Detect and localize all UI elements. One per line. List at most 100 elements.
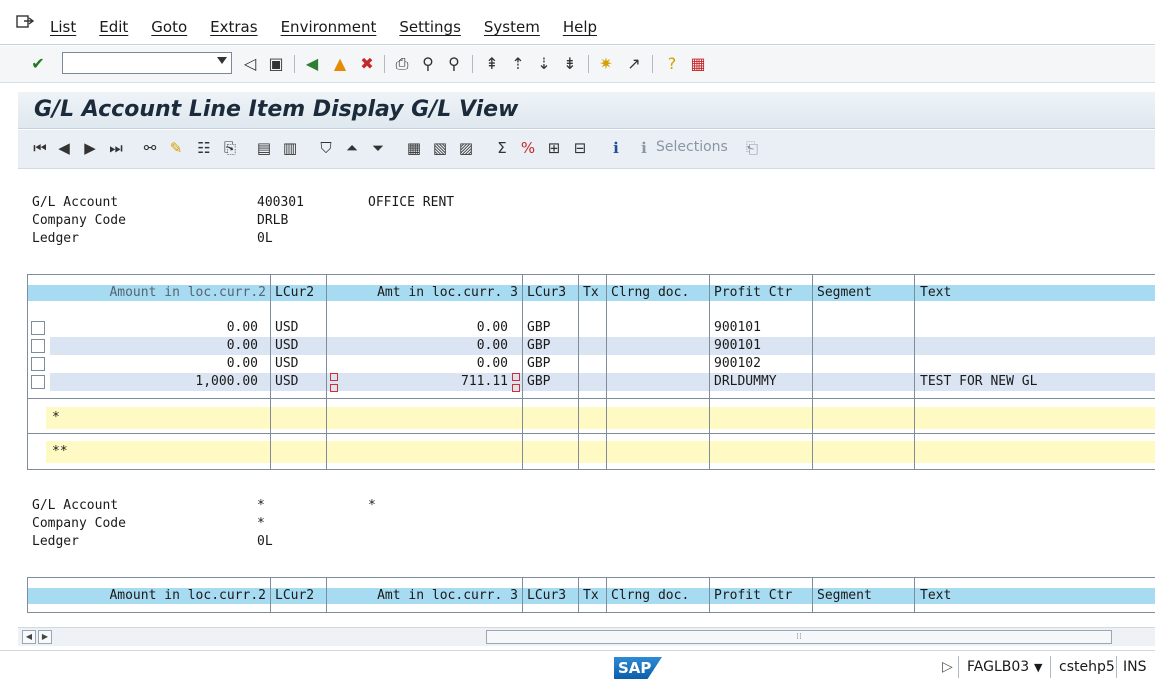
mass-change-icon[interactable]: ☷ <box>194 138 214 158</box>
row-select-checkbox[interactable] <box>31 357 45 371</box>
details-icon[interactable]: ▤ <box>254 138 274 158</box>
col-lcur2[interactable]: LCur2 <box>275 285 314 301</box>
col-tx[interactable]: Tx <box>583 285 599 301</box>
status-dropdown-icon[interactable]: ▼ <box>1034 661 1042 674</box>
back-arrow-icon[interactable]: ◁ <box>240 54 260 74</box>
row-select-checkbox[interactable] <box>31 339 45 353</box>
selections-button[interactable]: Selections <box>656 139 728 155</box>
find-icon[interactable]: ⚲ <box>418 54 438 74</box>
menu-edit[interactable]: Edit <box>99 18 128 36</box>
display-document-icon[interactable]: ⚯ <box>140 138 160 158</box>
cell-lcur2: USD <box>275 338 299 353</box>
col-segment[interactable]: Segment <box>817 588 872 604</box>
value-gl-account: 400301 <box>257 195 304 210</box>
selections-icon[interactable]: ℹ <box>634 138 654 158</box>
col-amount3[interactable]: Amt in loc.curr. 3 <box>330 285 518 301</box>
sap-logo: SAP <box>614 657 662 679</box>
col-amount2[interactable]: Amount in loc.curr.2 <box>78 285 266 301</box>
table-row[interactable]: 0.00 USD 0.00 GBP 900101 <box>28 337 1155 355</box>
col-lcur3[interactable]: LCur3 <box>527 588 566 604</box>
status-bar: SAP ▷ FAGLB03 ▼ cstehp5 INS <box>0 650 1155 684</box>
col-lcur3[interactable]: LCur3 <box>527 285 566 301</box>
table-row[interactable]: 0.00 USD 0.00 GBP 900101 <box>28 319 1155 337</box>
choose-icon[interactable]: ▥ <box>280 138 300 158</box>
scroll-left-icon[interactable]: ◀ <box>22 630 36 644</box>
create-session-icon[interactable]: ✷ <box>596 54 616 74</box>
col-lcur2[interactable]: LCur2 <box>275 588 314 604</box>
cell-lcur3: GBP <box>527 356 551 371</box>
menu-list[interactable]: List <box>50 18 76 36</box>
last-page-icon[interactable]: ⇟ <box>560 54 580 74</box>
sort-ascending-icon[interactable]: ⏶ <box>342 138 362 158</box>
choose-layout-icon[interactable]: ▧ <box>430 138 450 158</box>
subtotal-icon[interactable]: % <box>518 138 538 158</box>
cell-amount2: 0.00 <box>226 320 258 335</box>
save-icon[interactable]: ▣ <box>266 54 286 74</box>
next-page-icon[interactable]: ⇣ <box>534 54 554 74</box>
menu-environment[interactable]: Environment <box>281 18 377 36</box>
cell-lcur2: USD <box>275 356 299 371</box>
first-item-icon[interactable]: ⏮ <box>30 138 50 158</box>
col-text[interactable]: Text <box>920 285 951 301</box>
col-segment[interactable]: Segment <box>817 285 872 301</box>
cancel-icon[interactable]: ✖ <box>357 54 377 74</box>
previous-item-icon[interactable]: ◀ <box>54 138 74 158</box>
col-amount3[interactable]: Amt in loc.curr. 3 <box>330 588 518 604</box>
layout-menu-icon[interactable]: ▦ <box>688 54 708 74</box>
col-profit-ctr[interactable]: Profit Ctr <box>714 285 792 301</box>
collapse-icon[interactable]: ⊟ <box>570 138 590 158</box>
row-select-checkbox[interactable] <box>31 375 45 389</box>
table-row[interactable]: 1,000.00 USD 711.11 GBP DRLDUMMY TEST FO… <box>28 373 1155 392</box>
value-gl-account-2: * <box>257 498 265 513</box>
help-icon[interactable]: ? <box>662 54 682 74</box>
menu-settings[interactable]: Settings <box>399 18 461 36</box>
label-ledger-2: Ledger <box>32 534 79 549</box>
edit-pencil-icon[interactable]: ✎ <box>166 138 186 158</box>
command-field[interactable] <box>62 52 232 74</box>
col-profit-ctr[interactable]: Profit Ctr <box>714 588 792 604</box>
exit-icon[interactable]: ▲ <box>330 54 350 74</box>
first-page-icon[interactable]: ⇞ <box>482 54 502 74</box>
status-server: cstehp5 <box>1059 659 1115 675</box>
layout-icon[interactable]: ▦ <box>404 138 424 158</box>
status-mode[interactable]: INS <box>1123 659 1147 675</box>
document-icon[interactable]: ⎗ <box>742 138 762 158</box>
col-clrng-doc[interactable]: Clrng doc. <box>611 588 689 604</box>
horizontal-scrollbar[interactable]: ◀ ▶ ⁞⁞ <box>18 627 1155 646</box>
scroll-right-icon[interactable]: ▶ <box>38 630 52 644</box>
expand-icon[interactable]: ⊞ <box>544 138 564 158</box>
enter-check-icon[interactable]: ✔ <box>28 54 48 74</box>
information-icon[interactable]: ℹ <box>606 138 626 158</box>
chevron-down-icon[interactable] <box>217 57 227 64</box>
sort-descending-icon[interactable]: ⏷ <box>368 138 388 158</box>
print-icon[interactable]: ⎙ <box>392 54 412 74</box>
table-row[interactable]: 0.00 USD 0.00 GBP 900102 <box>28 355 1155 373</box>
find-next-icon[interactable]: ⚲ <box>444 54 464 74</box>
back-icon[interactable]: ◀ <box>302 54 322 74</box>
col-amount2[interactable]: Amount in loc.curr.2 <box>78 588 266 604</box>
menu-system[interactable]: System <box>484 18 540 36</box>
cell-amount2: 0.00 <box>226 338 258 353</box>
save-layout-icon[interactable]: ▨ <box>456 138 476 158</box>
col-text[interactable]: Text <box>920 588 951 604</box>
total-sigma-icon[interactable]: Σ <box>492 138 512 158</box>
value-company-code: DRLB <box>257 213 289 228</box>
next-item-icon[interactable]: ▶ <box>80 138 100 158</box>
cell-amount3[interactable]: 711.11 <box>330 373 508 391</box>
line-items-grid-2: Amount in loc.curr.2 LCur2 Amt in loc.cu… <box>27 577 1155 613</box>
label-company-code-2: Company Code <box>32 516 126 531</box>
col-clrng-doc[interactable]: Clrng doc. <box>611 285 689 301</box>
previous-page-icon[interactable]: ⇡ <box>508 54 528 74</box>
menu-goto[interactable]: Goto <box>151 18 187 36</box>
shortcut-icon[interactable]: ↗ <box>624 54 644 74</box>
row-select-checkbox[interactable] <box>31 321 45 335</box>
export-icon[interactable]: ⎘ <box>220 138 240 158</box>
menu-exit-icon[interactable] <box>16 14 34 30</box>
menu-help[interactable]: Help <box>563 18 597 36</box>
filter-icon[interactable]: ⛉ <box>316 138 336 158</box>
scrollbar-thumb[interactable]: ⁞⁞ <box>486 630 1112 644</box>
menu-extras[interactable]: Extras <box>210 18 257 36</box>
last-item-icon[interactable]: ⏭ <box>106 138 126 158</box>
col-tx[interactable]: Tx <box>583 588 599 604</box>
status-toggle-icon[interactable]: ▷ <box>942 659 953 675</box>
